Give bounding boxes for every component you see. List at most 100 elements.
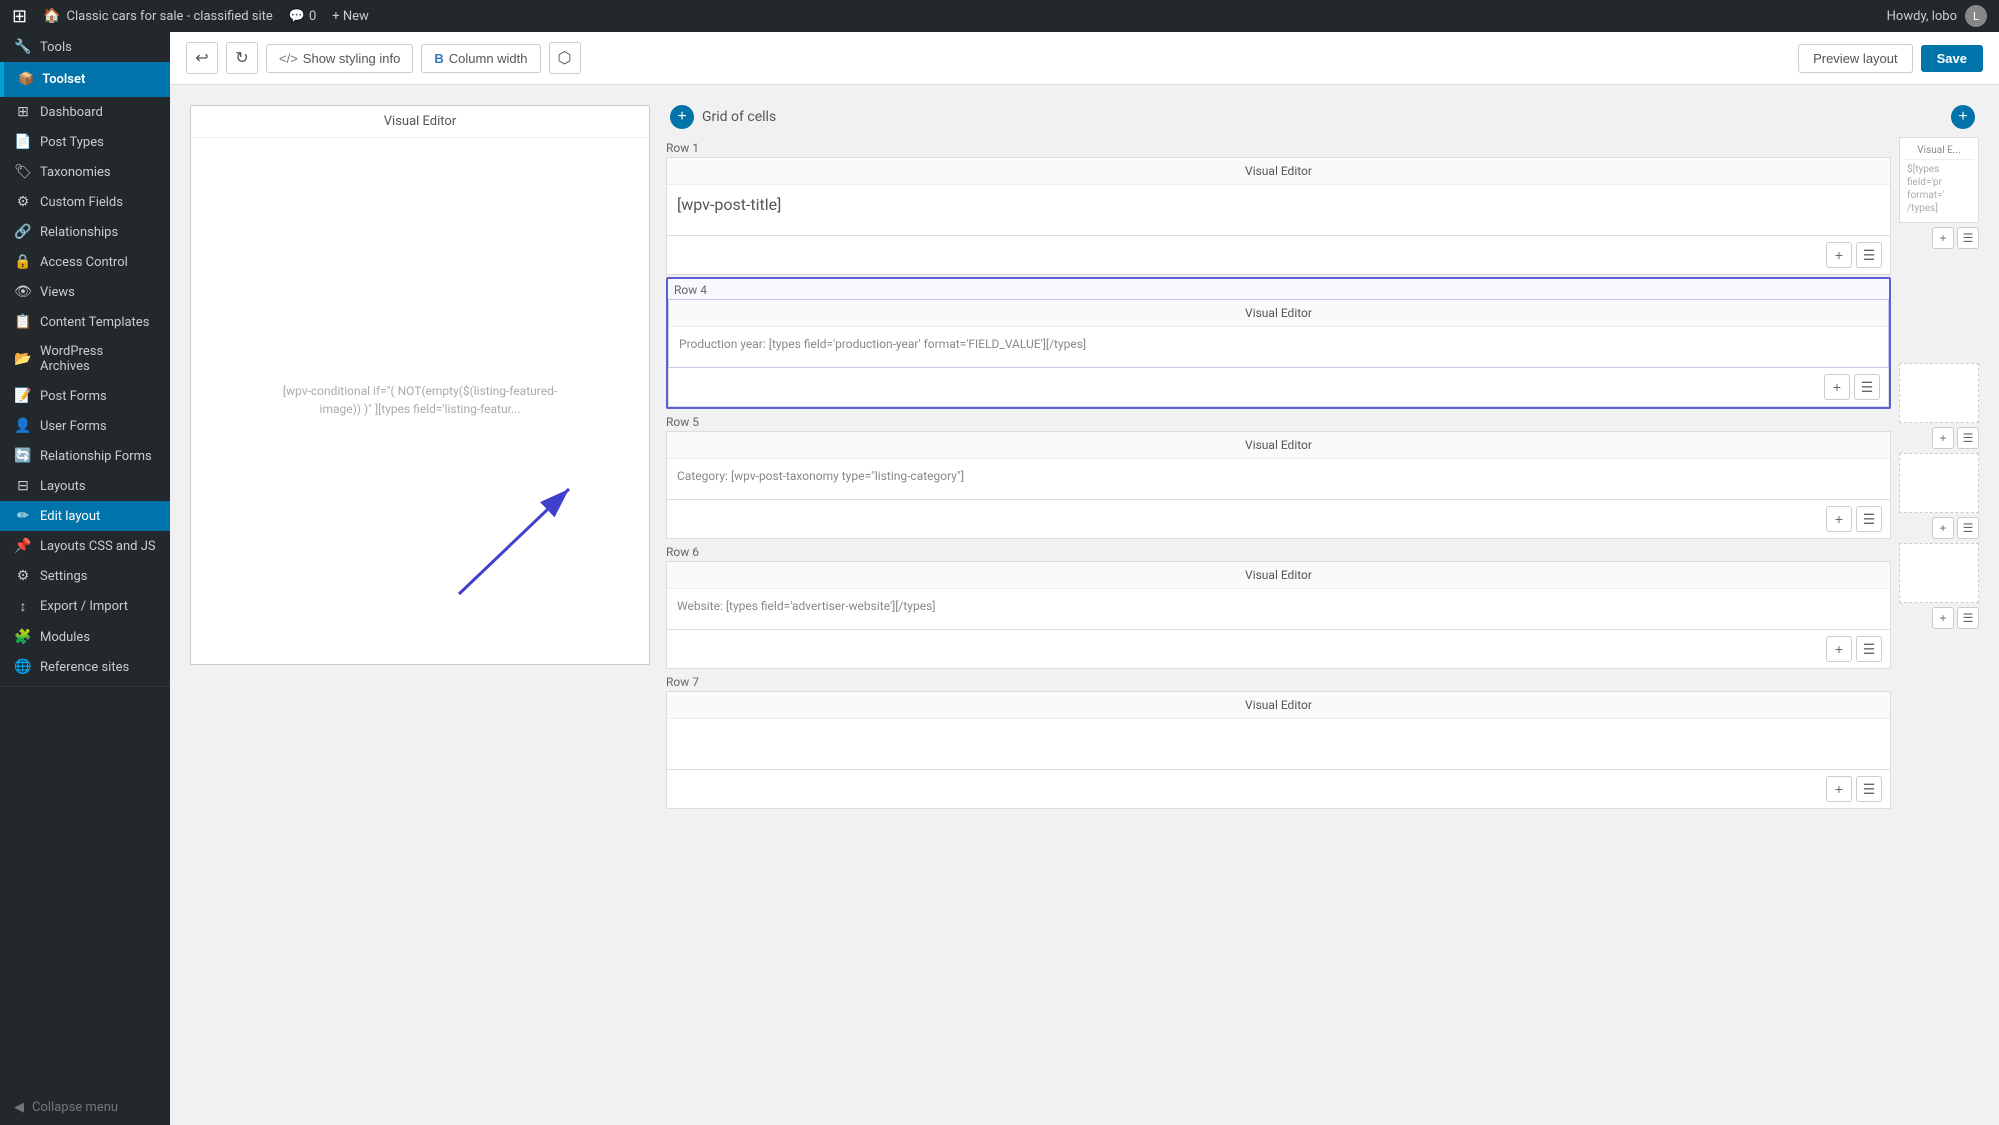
sidebar-item-edit-layout[interactable]: ✏ Edit layout [0,501,170,531]
row-4-menu-button[interactable]: ☰ [1854,374,1880,400]
sidebar-label-views: Views [40,285,75,300]
sidebar-item-layouts-css[interactable]: 📌 Layouts CSS and JS [0,531,170,561]
wp-logo[interactable]: ⊞ [12,6,27,27]
sidebar-item-access-control[interactable]: 🔒 Access Control [0,247,170,277]
row-7-wrapper: Row 7 Visual Editor + ☰ [666,671,1891,809]
sidebar-item-user-forms[interactable]: 👤 User Forms [0,411,170,441]
save-button[interactable]: Save [1921,45,1983,72]
preview-label: Preview layout [1813,51,1898,66]
home-icon: 🏠 [43,8,60,24]
rows-container: Row 1 Visual Editor [wpv-post-title] + ☰ [666,137,1979,811]
sidebar-item-relationship-forms[interactable]: 🔄 Relationship Forms [0,441,170,471]
collapse-menu-button[interactable]: ◀ Collapse menu [0,1090,170,1125]
row-1-ve-header: Visual Editor [667,158,1890,185]
row-6-add-button[interactable]: + [1826,636,1852,662]
show-styling-label: Show styling info [303,51,401,66]
grid-add-top-button[interactable]: + [670,105,694,129]
avatar[interactable]: L [1965,5,1987,27]
row-7-menu-button[interactable]: ☰ [1856,776,1882,802]
side-row-7-add-button[interactable]: + [1932,607,1954,629]
sidebar-item-export-import[interactable]: ↕ Export / Import [0,591,170,622]
row-5-menu-button[interactable]: ☰ [1856,506,1882,532]
sidebar-item-views[interactable]: 👁 Views [0,277,170,307]
arrow-indicator [449,474,589,604]
row-1-add-button[interactable]: + [1826,242,1852,268]
undo-button[interactable]: ↩ [186,42,218,74]
sidebar-item-layouts[interactable]: ⊟ Layouts [0,471,170,501]
grid-title-area: + Grid of cells [670,105,776,129]
grid-header: + Grid of cells + [666,105,1979,129]
sidebar-item-post-forms[interactable]: 📝 Post Forms [0,381,170,411]
site-name-bar[interactable]: 🏠 Classic cars for sale - classified sit… [43,8,273,24]
sidebar-label-post-types: Post Types [40,135,104,150]
row-7-ve-body[interactable] [667,719,1890,769]
sidebar-item-tools[interactable]: 🔧 Tools [0,32,170,62]
grid-add-right-button[interactable]: + [1951,105,1975,129]
post-types-icon: 📄 [14,134,32,150]
sidebar-item-content-templates[interactable]: 📋 Content Templates [0,307,170,337]
side-row-7-menu-button[interactable]: ☰ [1957,607,1979,629]
sidebar-item-taxonomies[interactable]: 🏷 Taxonomies [0,157,170,187]
modules-icon: 🧩 [14,629,32,645]
row-4-add-button[interactable]: + [1824,374,1850,400]
side-row-5-menu-button[interactable]: ☰ [1957,427,1979,449]
left-ve-text: [wpv-conditional if="( NOT(empty($(listi… [283,384,557,416]
sidebar-item-settings[interactable]: ⚙ Settings [0,561,170,591]
side-row-6-add-button[interactable]: + [1932,517,1954,539]
sidebar-label-edit-layout: Edit layout [40,509,100,524]
side-row-7-actions: + ☰ [1899,603,1979,633]
row-1-label: Row 1 [666,137,1891,157]
side-row-6-menu-button[interactable]: ☰ [1957,517,1979,539]
sidebar-item-wordpress-archives[interactable]: 📂 WordPress Archives [0,337,170,381]
left-visual-editor: Visual Editor [wpv-conditional if="( NOT… [190,105,650,665]
sidebar-label-relationship-forms: Relationship Forms [40,449,152,464]
row-4-ve-body[interactable]: Production year: [types field='productio… [669,327,1888,367]
sidebar-item-custom-fields[interactable]: ⚙ Custom Fields [0,187,170,217]
row-7-actions: + ☰ [666,770,1891,809]
code-icon: </> [279,51,298,66]
howdy-text: Howdy, lobo [1887,9,1957,24]
admin-bar: ⊞ 🏠 Classic cars for sale - classified s… [0,0,1999,32]
sidebar-label-post-forms: Post Forms [40,389,107,404]
sidebar-item-dashboard[interactable]: ⊞ Dashboard [0,97,170,127]
post-forms-icon: 📝 [14,388,32,404]
row-5-ve-body[interactable]: Category: [wpv-post-taxonomy type="listi… [667,459,1890,499]
row-6-menu-button[interactable]: ☰ [1856,636,1882,662]
side-row-5-actions: + ☰ [1899,423,1979,453]
side-row-1-menu-button[interactable]: ☰ [1957,227,1979,249]
sidebar-label-dashboard: Dashboard [40,105,103,120]
row-1-wrapper: Row 1 Visual Editor [wpv-post-title] + ☰ [666,137,1891,275]
site-name: Classic cars for sale - classified site [67,9,273,24]
sidebar-item-post-types[interactable]: 📄 Post Types [0,127,170,157]
row-5-add-button[interactable]: + [1826,506,1852,532]
row-6-cell: Visual Editor Website: [types field='adv… [666,561,1891,630]
collapse-icon: ◀ [14,1100,24,1115]
relationships-icon: 🔗 [14,224,32,240]
row-6-wrapper: Row 6 Visual Editor Website: [types fiel… [666,541,1891,669]
layouts-icon: ⊟ [14,478,32,494]
row-6-ve-body[interactable]: Website: [types field='advertiser-websit… [667,589,1890,629]
export-button[interactable]: ⬡ [549,42,581,74]
sidebar-label-export: Export / Import [40,599,128,614]
row-7-add-button[interactable]: + [1826,776,1852,802]
side-row-1-add-button[interactable]: + [1932,227,1954,249]
show-styling-button[interactable]: </> Show styling info [266,44,413,73]
column-width-button[interactable]: B Column width [421,44,540,73]
side-row-1-header: Visual E... [1904,142,1974,160]
sidebar-item-relationships[interactable]: 🔗 Relationships [0,217,170,247]
side-row-5-add-button[interactable]: + [1932,427,1954,449]
row-4-ve-header: Visual Editor [669,300,1888,327]
row-7-label: Row 7 [666,671,1891,691]
preview-layout-button[interactable]: Preview layout [1798,44,1913,73]
row-1-ve-body[interactable]: [wpv-post-title] [667,185,1890,235]
redo-button[interactable]: ↻ [226,42,258,74]
row-1-menu-button[interactable]: ☰ [1856,242,1882,268]
sidebar-label-taxonomies: Taxonomies [40,165,111,180]
main-content: ↩ ↻ </> Show styling info B Column width… [170,32,1999,1125]
toolset-header[interactable]: 📦 Toolset [0,62,170,97]
sidebar-label-custom-fields: Custom Fields [40,195,123,210]
new-bar[interactable]: + New [332,9,369,24]
sidebar-item-reference-sites[interactable]: 🌐 Reference sites [0,652,170,682]
sidebar-item-modules[interactable]: 🧩 Modules [0,622,170,652]
comments-bar[interactable]: 💬 0 [289,9,317,24]
